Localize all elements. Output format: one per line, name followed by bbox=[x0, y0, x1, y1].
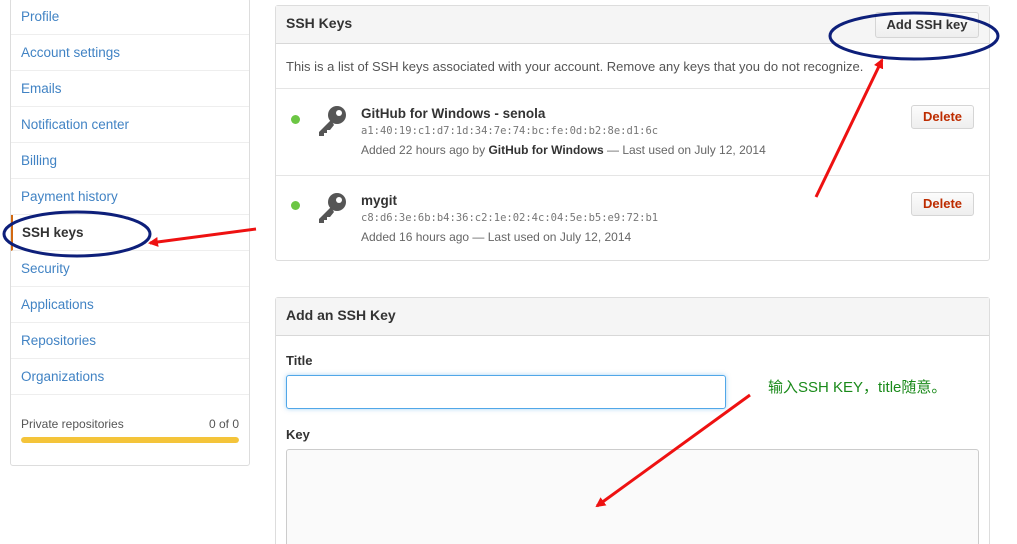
ssh-key-fingerprint: a1:40:19:c1:d7:1d:34:7e:74:bc:fe:0d:b2:8… bbox=[361, 125, 659, 137]
key-icon bbox=[319, 106, 346, 136]
ssh-key-added: Added 22 hours ago by bbox=[361, 143, 489, 157]
ssh-keys-intro: This is a list of SSH keys associated wi… bbox=[286, 59, 864, 74]
sidebar-item-notification-center[interactable]: Notification center bbox=[11, 107, 249, 143]
sidebar-item-repositories[interactable]: Repositories bbox=[11, 323, 249, 359]
sidebar-item-emails[interactable]: Emails bbox=[11, 71, 249, 107]
ssh-key-title: mygit bbox=[361, 193, 398, 208]
add-ssh-key-button[interactable]: Add SSH key bbox=[875, 12, 979, 38]
private-repos-label: Private repositories bbox=[21, 417, 124, 431]
add-ssh-key-title: Add an SSH Key bbox=[286, 307, 396, 323]
ssh-key-added: Added 16 hours ago bbox=[361, 230, 470, 244]
key-field[interactable] bbox=[286, 449, 979, 544]
title-field[interactable] bbox=[286, 375, 726, 409]
sidebar-item-security[interactable]: Security bbox=[11, 251, 249, 287]
ssh-key-meta: Added 16 hours ago — Last used on July 1… bbox=[361, 230, 631, 244]
ssh-key-row: GitHub for Windows - senola a1:40:19:c1:… bbox=[276, 89, 989, 175]
delete-key-button[interactable]: Delete bbox=[911, 105, 974, 129]
sidebar-item-account-settings[interactable]: Account settings bbox=[11, 35, 249, 71]
add-ssh-key-panel: Add an SSH Key Title Key bbox=[275, 297, 990, 544]
add-ssh-key-header: Add an SSH Key bbox=[276, 298, 989, 336]
ssh-key-added-by: GitHub for Windows bbox=[488, 143, 604, 157]
title-field-label: Title bbox=[286, 353, 313, 368]
sidebar-item-ssh-keys[interactable]: SSH keys bbox=[11, 215, 249, 251]
private-repos-progress-fill bbox=[21, 437, 239, 443]
delete-key-button[interactable]: Delete bbox=[911, 192, 974, 216]
ssh-key-meta: Added 22 hours ago by GitHub for Windows… bbox=[361, 143, 766, 157]
key-field-label: Key bbox=[286, 427, 310, 442]
ssh-keys-title: SSH Keys bbox=[286, 15, 353, 31]
ssh-key-last-used: — Last used on July 12, 2014 bbox=[469, 230, 632, 244]
private-repos-progress bbox=[21, 437, 239, 443]
ssh-key-title: GitHub for Windows - senola bbox=[361, 106, 546, 121]
status-dot-icon bbox=[291, 201, 300, 210]
ssh-key-last-used: — Last used on July 12, 2014 bbox=[603, 143, 766, 157]
ssh-key-fingerprint: c8:d6:3e:6b:b4:36:c2:1e:02:4c:04:5e:b5:e… bbox=[361, 212, 659, 224]
private-repos-count: 0 of 0 bbox=[208, 417, 239, 431]
ssh-keys-panel: SSH Keys Add SSH key This is a list of S… bbox=[275, 5, 990, 261]
ssh-keys-header: SSH Keys Add SSH key bbox=[276, 6, 989, 44]
sidebar-item-billing[interactable]: Billing bbox=[11, 143, 249, 179]
status-dot-icon bbox=[291, 115, 300, 124]
annotation-note: 输入SSH KEY，title随意。 bbox=[768, 379, 947, 396]
sidebar-item-payment-history[interactable]: Payment history bbox=[11, 179, 249, 215]
sidebar-item-profile[interactable]: Profile bbox=[11, 0, 249, 35]
key-icon bbox=[319, 193, 346, 223]
settings-sidebar: Profile Account settings Emails Notifica… bbox=[10, 0, 250, 466]
sidebar-item-applications[interactable]: Applications bbox=[11, 287, 249, 323]
private-repos-usage: Private repositories 0 of 0 bbox=[21, 417, 239, 447]
ssh-key-row: mygit c8:d6:3e:6b:b4:36:c2:1e:02:4c:04:5… bbox=[276, 176, 989, 262]
sidebar-item-organizations[interactable]: Organizations bbox=[11, 359, 249, 395]
